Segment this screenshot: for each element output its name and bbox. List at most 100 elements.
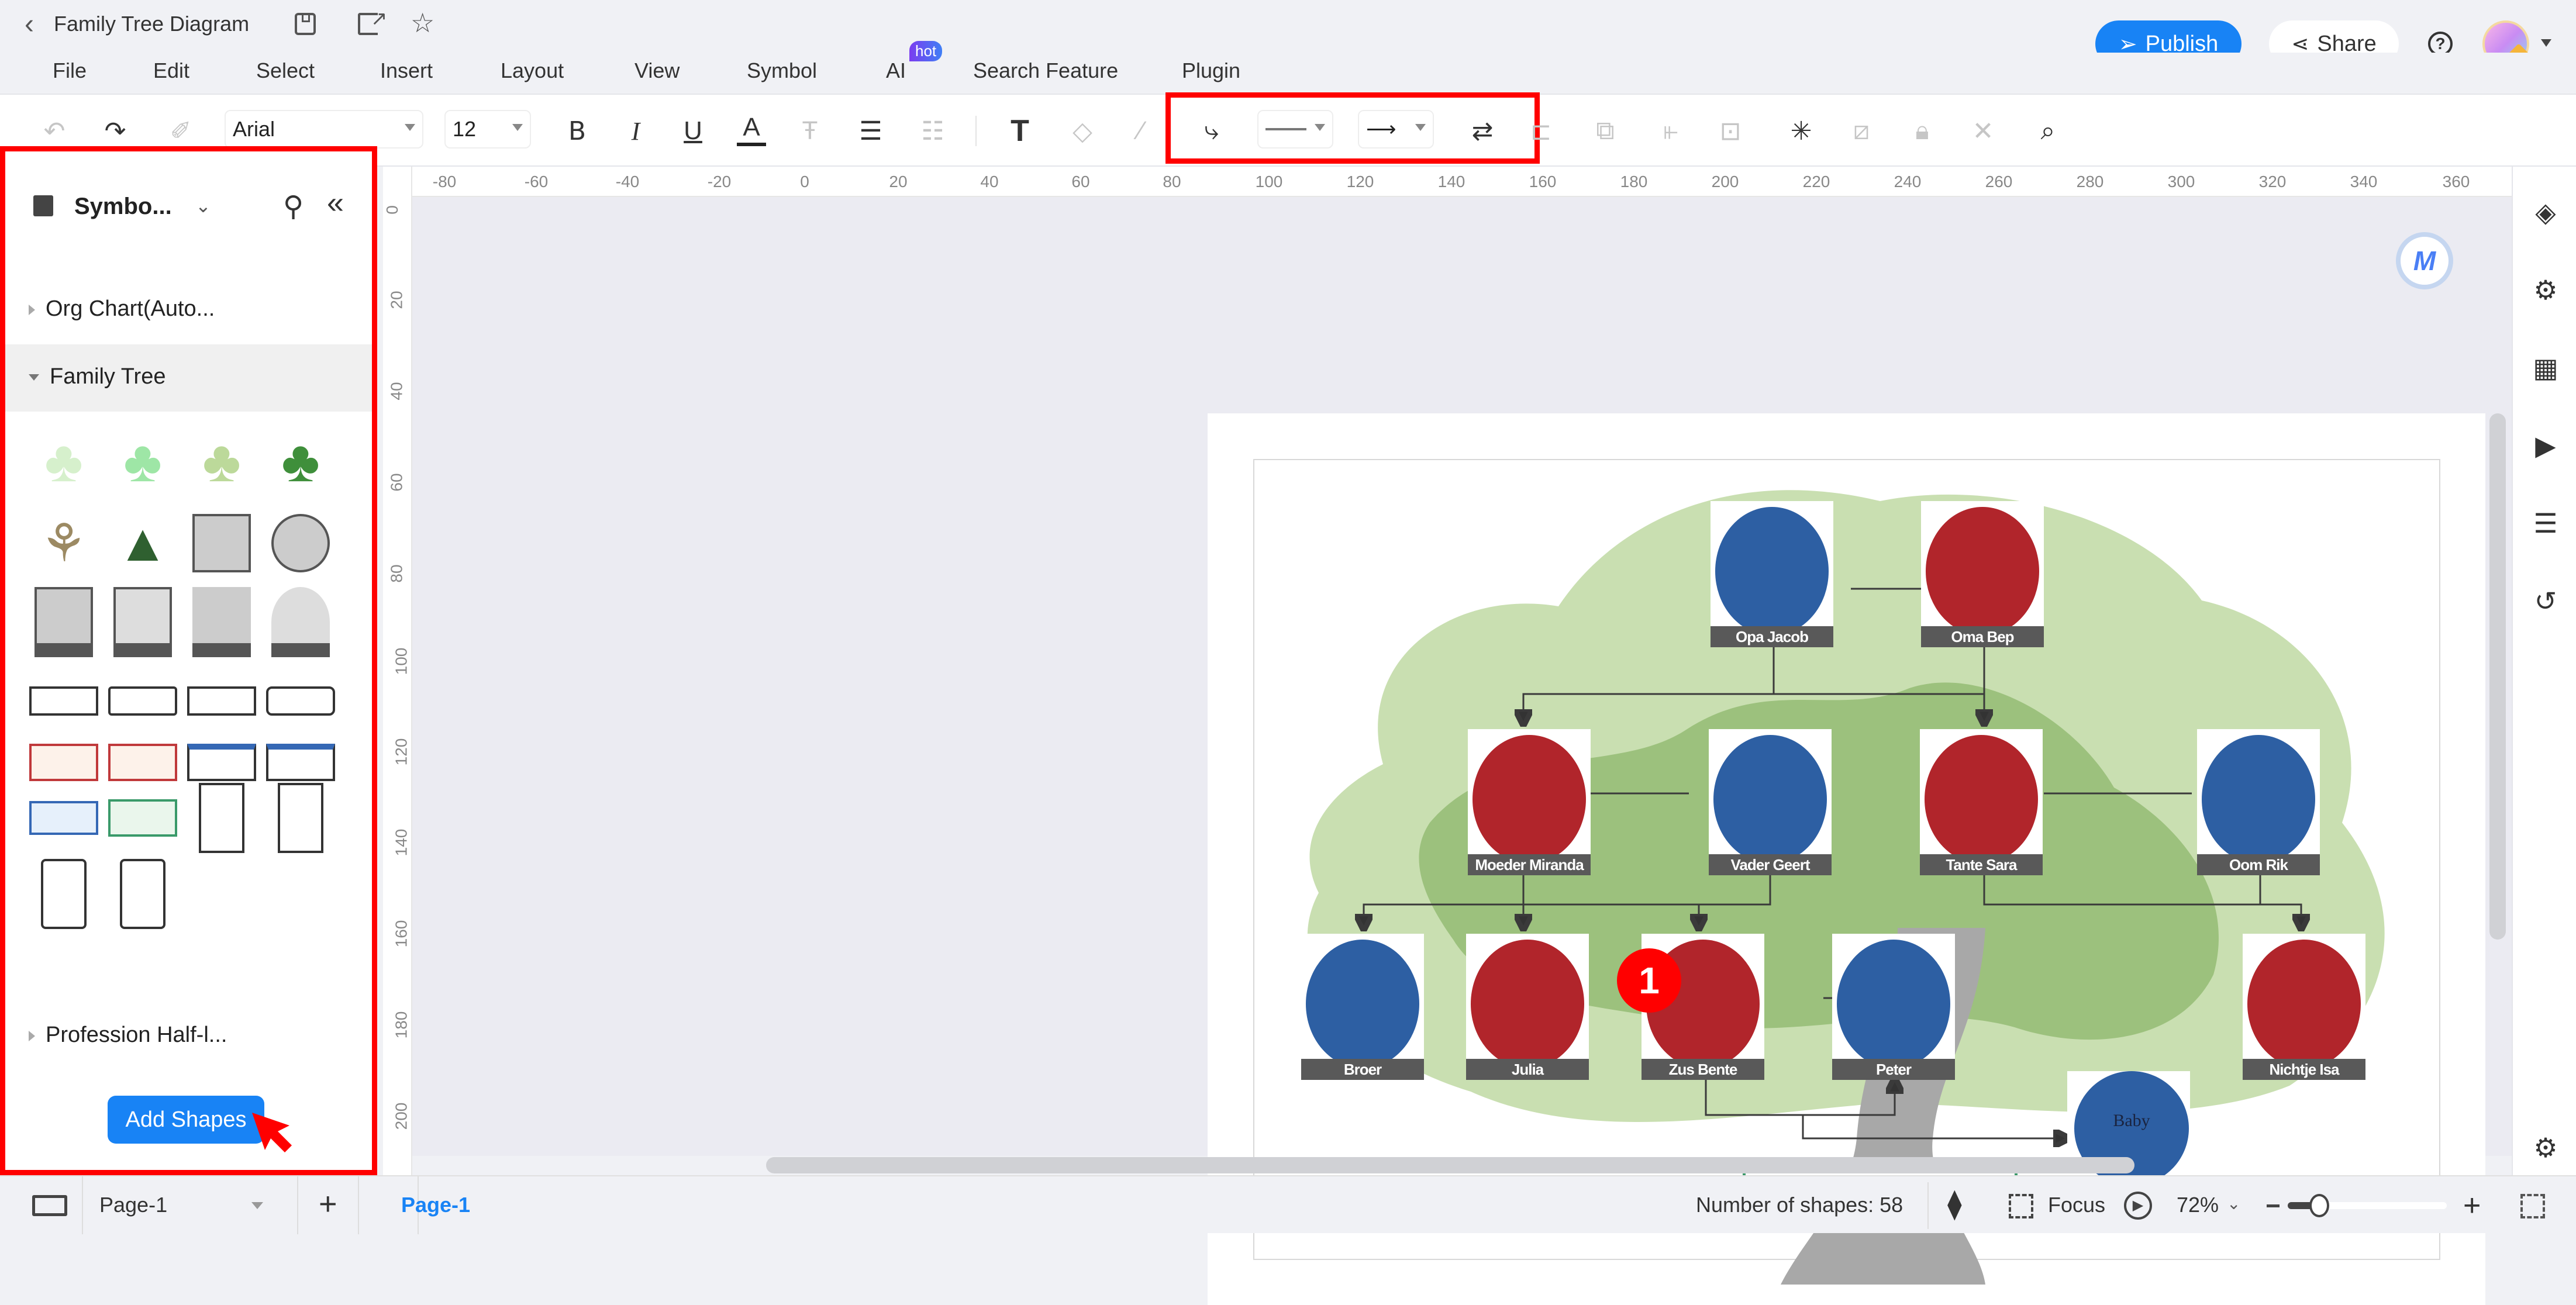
person-card-vader-geert[interactable]: Vader Geert xyxy=(1709,729,1832,875)
line-color-icon[interactable]: ∕ xyxy=(1126,112,1156,150)
symbol-profile-card-1[interactable] xyxy=(29,666,99,736)
menu-plugin[interactable]: Plugin xyxy=(1182,58,1240,83)
person-card-julia[interactable]: Julia xyxy=(1466,934,1589,1080)
symbol-profile-card-3[interactable] xyxy=(187,666,257,736)
person-card-oom-rik[interactable]: Oom Rik xyxy=(2197,729,2320,875)
align-objects-icon[interactable]: ⫦ xyxy=(1656,112,1685,150)
style-fill-icon[interactable]: ◈ xyxy=(2529,196,2562,229)
focus-button[interactable]: Focus xyxy=(2048,1193,2105,1217)
underline-button[interactable]: U xyxy=(678,112,708,150)
symbol-portrait-card-1[interactable] xyxy=(187,783,257,853)
presentation-icon[interactable]: ▶ xyxy=(2529,429,2562,462)
category-org-chart[interactable]: Org Chart(Auto... xyxy=(29,296,215,322)
group-icon[interactable]: ⊏ xyxy=(1526,112,1556,150)
menu-ai[interactable]: AI xyxy=(886,58,906,83)
person-card-tante-sara[interactable]: Tante Sara xyxy=(1920,729,2043,875)
panel-settings-icon[interactable]: ⚙ xyxy=(2529,1131,2562,1164)
category-family-tree-row[interactable]: Family Tree xyxy=(5,344,372,412)
font-size-select[interactable]: 12 xyxy=(444,110,531,149)
tools-icon[interactable]: ✕ xyxy=(1968,112,1998,150)
font-family-select[interactable]: Arial xyxy=(225,110,423,149)
menu-select[interactable]: Select xyxy=(256,58,315,83)
vertical-scrollbar[interactable] xyxy=(2489,413,2506,940)
zoom-out-icon[interactable] xyxy=(2267,1204,2280,1207)
format-painter-icon[interactable]: ✐ xyxy=(166,112,195,150)
symbol-profile-card-2[interactable] xyxy=(108,666,178,736)
page-tab-active[interactable]: Page-1 xyxy=(358,1176,470,1234)
menu-layout[interactable]: Layout xyxy=(501,58,564,83)
person-card-broer[interactable]: Broer xyxy=(1301,934,1424,1080)
person-card-moeder-miranda[interactable]: Moeder Miranda xyxy=(1468,729,1591,875)
focus-icon[interactable] xyxy=(2009,1194,2033,1218)
star-icon[interactable]: ☆ xyxy=(411,7,434,39)
symbol-light-tree[interactable]: ♣ xyxy=(29,426,99,496)
symbol-avatar-card-4[interactable] xyxy=(265,587,336,657)
text-style-icon[interactable]: Ŧ xyxy=(795,112,825,150)
search-icon[interactable]: ⚲ xyxy=(283,190,304,223)
find-replace-icon[interactable]: ⌕ xyxy=(2032,112,2064,150)
person-card-nichtje-isa[interactable]: Nichtje Isa xyxy=(2243,934,2365,1080)
undo-icon[interactable]: ↶ xyxy=(40,112,69,150)
ai-assistant-button[interactable]: M xyxy=(2396,232,2453,289)
fullscreen-icon[interactable] xyxy=(2520,1194,2545,1218)
symbol-square-avatar[interactable] xyxy=(187,508,257,578)
account-dropdown-icon[interactable] xyxy=(2541,39,2551,47)
text-tool-button[interactable]: T xyxy=(1003,112,1036,150)
horizontal-scrollbar[interactable] xyxy=(766,1157,2134,1173)
symbol-info-card-blue[interactable] xyxy=(29,783,99,853)
symbol-info-card-green[interactable] xyxy=(108,783,178,853)
page-settings-icon[interactable]: ⚙ xyxy=(2529,274,2562,306)
font-color-button[interactable]: A xyxy=(737,112,766,146)
page-selector[interactable]: Page-1 xyxy=(82,1176,298,1234)
line-jump-icon[interactable]: ⇄ xyxy=(1456,112,1509,150)
symbol-oak-tree[interactable]: ♣ xyxy=(187,426,257,496)
category-profession[interactable]: Profession Half-l... xyxy=(29,1023,227,1048)
replace-icon[interactable]: ⧄ xyxy=(1847,112,1876,150)
line-spacing-icon[interactable]: ☷ xyxy=(912,112,953,150)
zoom-slider[interactable] xyxy=(2288,1194,2447,1217)
symbol-portrait-card-4[interactable] xyxy=(108,859,178,929)
drawing-canvas[interactable]: Opa Jacob Oma Bep Moeder Miranda Vader G… xyxy=(412,197,2512,1305)
symbol-avatar-card-1[interactable] xyxy=(29,587,99,657)
play-icon[interactable]: ▶ xyxy=(2124,1192,2152,1220)
panel-title[interactable]: Symbo... xyxy=(74,194,172,220)
save-icon[interactable] xyxy=(295,13,316,35)
symbol-profile-card-4[interactable] xyxy=(265,666,336,736)
bold-button[interactable]: B xyxy=(563,112,592,150)
zoom-slider-thumb[interactable] xyxy=(2309,1194,2330,1217)
notes-icon[interactable]: ☰ xyxy=(2529,507,2562,540)
size-icon[interactable]: ⊡ xyxy=(1716,112,1745,150)
bring-front-icon[interactable]: ⧉ xyxy=(1591,112,1620,150)
zoom-in-icon[interactable]: + xyxy=(2463,1188,2481,1223)
symbol-green-tree[interactable]: ♣ xyxy=(265,426,336,496)
layers-icon[interactable]: ⧫ xyxy=(1947,1187,1962,1221)
page-layout-icon[interactable] xyxy=(32,1195,67,1216)
category-family-tree[interactable]: Family Tree xyxy=(29,364,165,389)
zoom-level[interactable]: 72% xyxy=(2177,1193,2219,1217)
connector-type-icon[interactable]: ⤷ xyxy=(1188,112,1235,150)
redo-icon[interactable]: ↷ xyxy=(101,112,130,150)
document-title[interactable]: Family Tree Diagram xyxy=(54,12,249,36)
collapse-panel-icon[interactable]: « xyxy=(327,185,344,220)
symbol-portrait-card-2[interactable] xyxy=(265,783,336,853)
symbol-bare-tree[interactable]: ⚘ xyxy=(29,508,99,578)
align-icon[interactable]: ☰ xyxy=(856,112,885,150)
symbol-pine-tree[interactable]: ▲ xyxy=(108,508,178,578)
person-card-peter[interactable]: Peter xyxy=(1832,934,1955,1080)
menu-edit[interactable]: Edit xyxy=(153,58,189,83)
lock-icon[interactable]: 🔒︎ xyxy=(1908,112,1937,150)
add-shapes-button[interactable]: Add Shapes xyxy=(108,1096,264,1144)
person-card-oma-bep[interactable]: Oma Bep xyxy=(1921,501,2044,647)
menu-file[interactable]: File xyxy=(53,58,87,83)
symbol-portrait-card-3[interactable] xyxy=(29,859,99,929)
menu-insert[interactable]: Insert xyxy=(380,58,433,83)
arrow-style-select[interactable]: ⟶ xyxy=(1358,110,1434,149)
symbol-avatar-card-2[interactable] xyxy=(108,587,178,657)
symbol-cartoon-tree[interactable]: ♣ xyxy=(108,426,178,496)
add-page-icon[interactable]: + xyxy=(319,1186,337,1222)
symbol-avatar-card-3[interactable] xyxy=(187,587,257,657)
expand-double-chevron-icon[interactable]: ⌄ xyxy=(195,195,211,217)
italic-button[interactable]: I xyxy=(621,112,650,150)
back-chevron-icon[interactable]: ‹ xyxy=(25,8,34,40)
menu-view[interactable]: View xyxy=(634,58,680,83)
